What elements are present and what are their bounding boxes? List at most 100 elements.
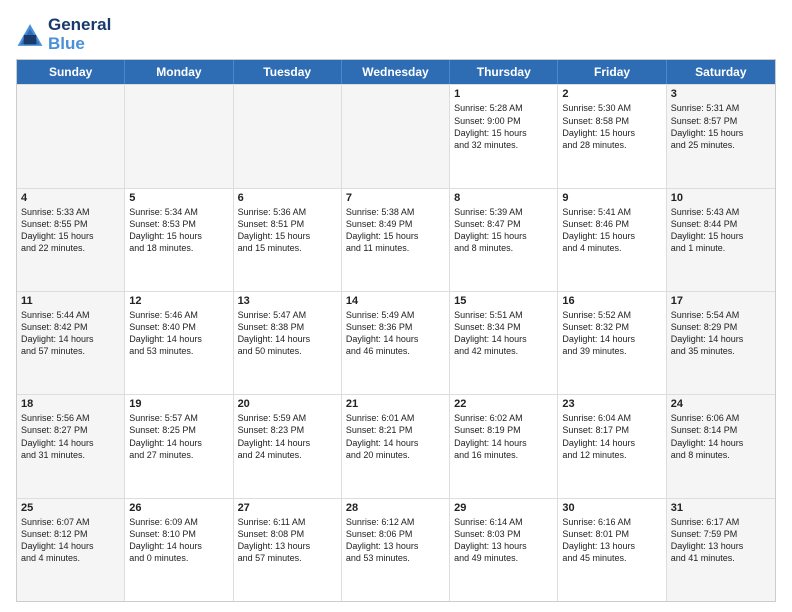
logo-icon xyxy=(16,21,44,49)
day-number: 4 xyxy=(21,192,120,204)
day-number: 30 xyxy=(562,502,661,514)
day-cell-27: 27 Sunrise: 6:11 AM Sunset: 8:08 PM Dayli… xyxy=(234,499,342,601)
day-cell-12: 12Sunrise: 5:46 AM Sunset: 8:40 PM Dayli… xyxy=(125,292,233,394)
logo-text: General Blue xyxy=(48,16,111,53)
day-number: 28 xyxy=(346,502,445,514)
cell-info: Sunrise: 5:41 AM Sunset: 8:46 PM Dayligh… xyxy=(562,206,661,255)
day-number: 22 xyxy=(454,398,553,410)
day-cell-9: 9 Sunrise: 5:41 AM Sunset: 8:46 PM Daylig… xyxy=(558,189,666,291)
day-number: 2 xyxy=(562,88,661,100)
day-number: 17 xyxy=(671,295,771,307)
day-cell-20: 20 Sunrise: 5:59 AM Sunset: 8:23 PM Dayli… xyxy=(234,395,342,497)
empty-cell xyxy=(125,85,233,187)
week-row-5: 25 Sunrise: 6:07 AM Sunset: 8:12 PM Dayli… xyxy=(17,498,775,601)
day-number: 14 xyxy=(346,295,445,307)
cell-info: Sunrise: 6:17 AM Sunset: 7:59 PM Dayligh… xyxy=(671,516,771,565)
logo: General Blue xyxy=(16,16,111,53)
cell-info: Sunrise: 6:07 AM Sunset: 8:12 PM Dayligh… xyxy=(21,516,120,565)
day-number: 5 xyxy=(129,192,228,204)
cell-info: Sunrise: 5:57 AM Sunset: 8:25 PM Dayligh… xyxy=(129,412,228,461)
day-cell-8: 8 Sunrise: 5:39 AM Sunset: 8:47 PM Daylig… xyxy=(450,189,558,291)
cell-info: Sunrise: 5:43 AM Sunset: 8:44 PM Dayligh… xyxy=(671,206,771,255)
week-row-2: 4 Sunrise: 5:33 AM Sunset: 8:55 PM Daylig… xyxy=(17,188,775,291)
day-number: 8 xyxy=(454,192,553,204)
day-number: 10 xyxy=(671,192,771,204)
day-cell-16: 16 Sunrise: 5:52 AM Sunset: 8:32 PM Dayli… xyxy=(558,292,666,394)
day-number: 6 xyxy=(238,192,337,204)
day-number: 24 xyxy=(671,398,771,410)
week-row-3: 11 Sunrise: 5:44 AM Sunset: 8:42 PM Dayli… xyxy=(17,291,775,394)
cell-info: Sunrise: 6:14 AM Sunset: 8:03 PM Dayligh… xyxy=(454,516,553,565)
header-day-monday: Monday xyxy=(125,60,233,84)
cell-info: Sunrise: 6:11 AM Sunset: 8:08 PM Dayligh… xyxy=(238,516,337,565)
day-number: 20 xyxy=(238,398,337,410)
day-cell-11: 11 Sunrise: 5:44 AM Sunset: 8:42 PM Dayli… xyxy=(17,292,125,394)
day-number: 13 xyxy=(238,295,337,307)
day-number: 3 xyxy=(671,88,771,100)
cell-info: Sunrise: 5:44 AM Sunset: 8:42 PM Dayligh… xyxy=(21,309,120,358)
day-cell-15: 15 Sunrise: 5:51 AM Sunset: 8:34 PM Dayli… xyxy=(450,292,558,394)
cell-info: Sunrise: 5:51 AM Sunset: 8:34 PM Dayligh… xyxy=(454,309,553,358)
day-number: 11 xyxy=(21,295,120,307)
day-number: 18 xyxy=(21,398,120,410)
cell-info: Sunrise: 6:01 AM Sunset: 8:21 PM Dayligh… xyxy=(346,412,445,461)
cell-info: Sunrise: 6:02 AM Sunset: 8:19 PM Dayligh… xyxy=(454,412,553,461)
day-cell-1: 1Sunrise: 5:28 AM Sunset: 9:00 PM Daylig… xyxy=(450,85,558,187)
cell-info: Sunrise: 5:33 AM Sunset: 8:55 PM Dayligh… xyxy=(21,206,120,255)
day-number: 27 xyxy=(238,502,337,514)
day-number: 15 xyxy=(454,295,553,307)
day-cell-29: 29Sunrise: 6:14 AM Sunset: 8:03 PM Dayli… xyxy=(450,499,558,601)
cell-info: Sunrise: 6:09 AM Sunset: 8:10 PM Dayligh… xyxy=(129,516,228,565)
day-number: 9 xyxy=(562,192,661,204)
day-number: 16 xyxy=(562,295,661,307)
cell-info: Sunrise: 6:06 AM Sunset: 8:14 PM Dayligh… xyxy=(671,412,771,461)
day-cell-7: 7Sunrise: 5:38 AM Sunset: 8:49 PM Daylig… xyxy=(342,189,450,291)
day-cell-10: 10 Sunrise: 5:43 AM Sunset: 8:44 PM Dayli… xyxy=(667,189,775,291)
cell-info: Sunrise: 5:38 AM Sunset: 8:49 PM Dayligh… xyxy=(346,206,445,255)
day-number: 31 xyxy=(671,502,771,514)
calendar-header: SundayMondayTuesdayWednesdayThursdayFrid… xyxy=(17,60,775,84)
calendar: SundayMondayTuesdayWednesdayThursdayFrid… xyxy=(16,59,776,602)
empty-cell xyxy=(17,85,125,187)
header-day-sunday: Sunday xyxy=(17,60,125,84)
day-cell-19: 19 Sunrise: 5:57 AM Sunset: 8:25 PM Dayli… xyxy=(125,395,233,497)
cell-info: Sunrise: 6:04 AM Sunset: 8:17 PM Dayligh… xyxy=(562,412,661,461)
cell-info: Sunrise: 5:28 AM Sunset: 9:00 PM Dayligh… xyxy=(454,102,553,151)
cell-info: Sunrise: 5:34 AM Sunset: 8:53 PM Dayligh… xyxy=(129,206,228,255)
cell-info: Sunrise: 5:52 AM Sunset: 8:32 PM Dayligh… xyxy=(562,309,661,358)
day-cell-31: 31 Sunrise: 6:17 AM Sunset: 7:59 PM Dayli… xyxy=(667,499,775,601)
header: General Blue xyxy=(16,16,776,53)
day-cell-6: 6 Sunrise: 5:36 AM Sunset: 8:51 PM Daylig… xyxy=(234,189,342,291)
day-number: 25 xyxy=(21,502,120,514)
day-cell-28: 28Sunrise: 6:12 AM Sunset: 8:06 PM Dayli… xyxy=(342,499,450,601)
day-cell-23: 23Sunrise: 6:04 AM Sunset: 8:17 PM Dayli… xyxy=(558,395,666,497)
day-cell-30: 30 Sunrise: 6:16 AM Sunset: 8:01 PM Dayli… xyxy=(558,499,666,601)
header-day-saturday: Saturday xyxy=(667,60,775,84)
day-number: 19 xyxy=(129,398,228,410)
cell-info: Sunrise: 6:16 AM Sunset: 8:01 PM Dayligh… xyxy=(562,516,661,565)
week-row-1: 1Sunrise: 5:28 AM Sunset: 9:00 PM Daylig… xyxy=(17,84,775,187)
week-row-4: 18 Sunrise: 5:56 AM Sunset: 8:27 PM Dayli… xyxy=(17,394,775,497)
cell-info: Sunrise: 5:36 AM Sunset: 8:51 PM Dayligh… xyxy=(238,206,337,255)
calendar-body: 1Sunrise: 5:28 AM Sunset: 9:00 PM Daylig… xyxy=(17,84,775,601)
cell-info: Sunrise: 5:39 AM Sunset: 8:47 PM Dayligh… xyxy=(454,206,553,255)
day-cell-5: 5 Sunrise: 5:34 AM Sunset: 8:53 PM Daylig… xyxy=(125,189,233,291)
header-day-wednesday: Wednesday xyxy=(342,60,450,84)
cell-info: Sunrise: 5:59 AM Sunset: 8:23 PM Dayligh… xyxy=(238,412,337,461)
day-number: 26 xyxy=(129,502,228,514)
day-cell-4: 4 Sunrise: 5:33 AM Sunset: 8:55 PM Daylig… xyxy=(17,189,125,291)
cell-info: Sunrise: 5:47 AM Sunset: 8:38 PM Dayligh… xyxy=(238,309,337,358)
day-cell-14: 14Sunrise: 5:49 AM Sunset: 8:36 PM Dayli… xyxy=(342,292,450,394)
page: General Blue SundayMondayTuesdayWednesda… xyxy=(0,0,792,612)
day-cell-25: 25 Sunrise: 6:07 AM Sunset: 8:12 PM Dayli… xyxy=(17,499,125,601)
day-cell-2: 2Sunrise: 5:30 AM Sunset: 8:58 PM Daylig… xyxy=(558,85,666,187)
header-day-tuesday: Tuesday xyxy=(234,60,342,84)
day-number: 21 xyxy=(346,398,445,410)
empty-cell xyxy=(234,85,342,187)
day-cell-18: 18 Sunrise: 5:56 AM Sunset: 8:27 PM Dayli… xyxy=(17,395,125,497)
day-cell-21: 21 Sunrise: 6:01 AM Sunset: 8:21 PM Dayli… xyxy=(342,395,450,497)
day-cell-22: 22 Sunrise: 6:02 AM Sunset: 8:19 PM Dayli… xyxy=(450,395,558,497)
day-number: 12 xyxy=(129,295,228,307)
cell-info: Sunrise: 5:56 AM Sunset: 8:27 PM Dayligh… xyxy=(21,412,120,461)
day-cell-3: 3Sunrise: 5:31 AM Sunset: 8:57 PM Daylig… xyxy=(667,85,775,187)
